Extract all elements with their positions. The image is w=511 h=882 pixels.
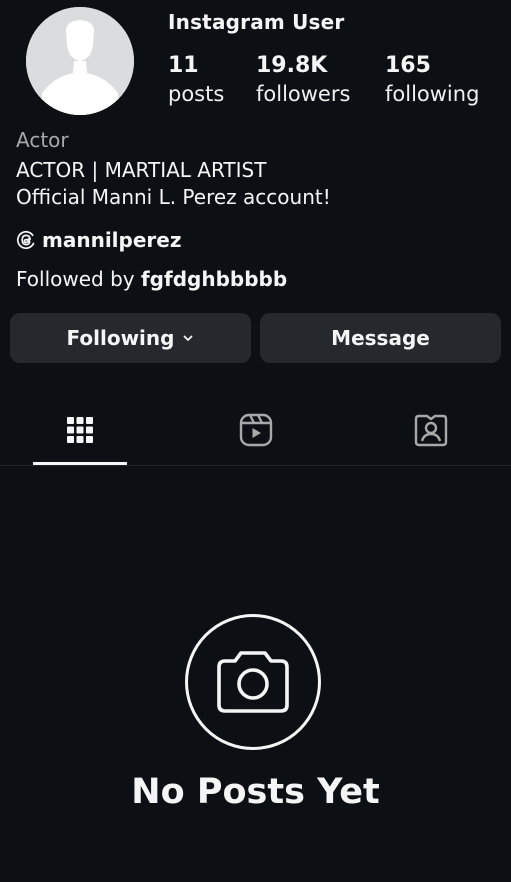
tab-posts-grid[interactable] bbox=[62, 412, 98, 448]
threads-link[interactable]: mannilperez bbox=[16, 228, 181, 252]
followers-count-label: followers bbox=[256, 82, 351, 106]
threads-handle: mannilperez bbox=[42, 228, 182, 252]
following-button-label: Following bbox=[66, 326, 175, 350]
profile-category: Actor bbox=[16, 128, 69, 152]
posts-count-value: 11 bbox=[168, 53, 199, 78]
tab-divider bbox=[0, 465, 511, 466]
posts-count-label: posts bbox=[168, 82, 225, 106]
following-count-value: 165 bbox=[385, 53, 431, 78]
empty-state-icon-circle bbox=[185, 614, 321, 750]
followed-by-prefix: Followed by bbox=[16, 267, 141, 291]
message-button[interactable]: Message bbox=[260, 313, 501, 363]
tagged-icon bbox=[414, 414, 448, 447]
reels-icon bbox=[239, 413, 273, 447]
bio-line-2: Official Manni L. Perez account! bbox=[16, 185, 331, 209]
followers-count[interactable]: 19.8K followers bbox=[256, 52, 350, 108]
grid-icon bbox=[67, 417, 93, 443]
tab-tagged[interactable] bbox=[413, 412, 449, 448]
profile-avatar[interactable] bbox=[26, 7, 134, 115]
default-avatar-icon bbox=[26, 7, 134, 115]
followed-by[interactable]: Followed by fgfdghbbbbb bbox=[16, 267, 287, 291]
empty-state-title: No Posts Yet bbox=[131, 772, 380, 812]
message-button-label: Message bbox=[331, 326, 430, 350]
bio-line-1: ACTOR | MARTIAL ARTIST bbox=[16, 158, 267, 182]
posts-count: 11 posts bbox=[168, 52, 224, 108]
chevron-down-icon bbox=[184, 335, 193, 341]
following-count-label: following bbox=[385, 82, 480, 106]
threads-icon bbox=[16, 230, 36, 250]
following-count[interactable]: 165 following bbox=[385, 52, 479, 108]
profile-username: Instagram User bbox=[168, 10, 345, 34]
following-button[interactable]: Following bbox=[10, 313, 251, 363]
tab-reels[interactable] bbox=[238, 412, 274, 448]
followers-count-value: 19.8K bbox=[256, 53, 328, 78]
followed-by-user: fgfdghbbbbb bbox=[140, 267, 288, 291]
camera-icon bbox=[217, 651, 289, 713]
